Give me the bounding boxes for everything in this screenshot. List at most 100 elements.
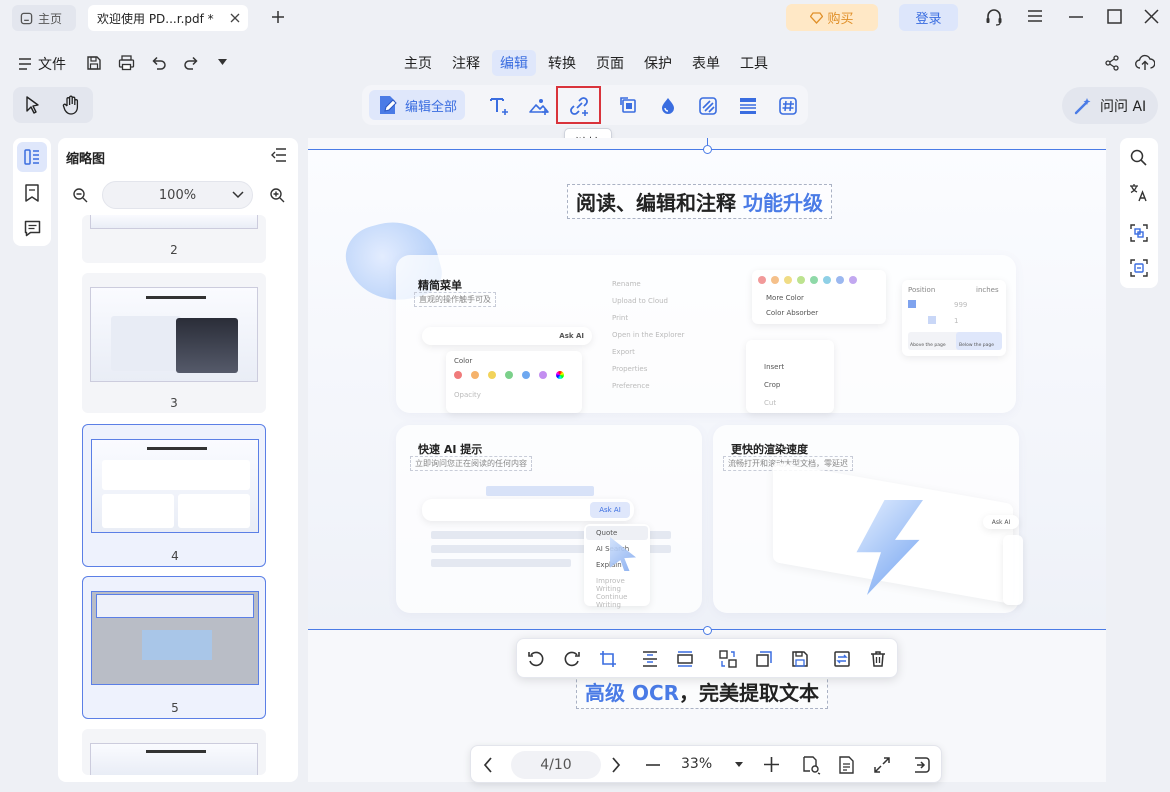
bookmark-icon[interactable] [24, 184, 40, 202]
header-footer-icon[interactable] [735, 93, 761, 119]
thumbnail-page-6[interactable] [82, 729, 266, 775]
headset-icon[interactable] [984, 7, 1004, 27]
watermark-icon[interactable] [655, 93, 681, 119]
zoom-dropdown-icon[interactable] [735, 762, 743, 768]
undo-icon[interactable] [151, 55, 167, 71]
page-number: 4 [171, 549, 179, 563]
thumbnail-page-3[interactable]: 3 [82, 273, 266, 413]
tab-document[interactable]: 欢迎使用 PD...r.pdf * [88, 5, 248, 31]
zoom-level[interactable]: 33% [681, 756, 712, 772]
rotate-left-icon[interactable] [525, 648, 547, 670]
save-icon[interactable] [86, 55, 102, 71]
thumbnail-page-2[interactable]: 2 [82, 215, 266, 263]
add-image-icon[interactable] [526, 93, 552, 119]
cloud-upload-icon[interactable] [1135, 54, 1155, 72]
extract-page-icon[interactable] [674, 648, 696, 670]
menu-edit[interactable]: 编辑 [492, 50, 536, 76]
bates-number-icon[interactable] [775, 93, 801, 119]
thumbnail-image [90, 215, 258, 229]
opacity-label: Opacity [454, 391, 481, 399]
quick-access-dropdown-icon[interactable] [218, 59, 227, 66]
page-layout-icon[interactable] [837, 755, 857, 775]
panel2-title: 快速 AI 提示 [418, 443, 483, 456]
ocr-scan-icon[interactable] [1130, 259, 1148, 277]
insert-page-icon[interactable] [639, 648, 661, 670]
compare-icon[interactable] [1130, 224, 1148, 242]
file-menu-label: 文件 [38, 57, 66, 73]
thumbnail-image [91, 591, 259, 685]
mini-ai-toolbar: Ask AI [422, 499, 634, 521]
file-menu[interactable]: 文件 [18, 54, 66, 74]
select-cursor-icon[interactable] [25, 96, 41, 114]
rotate-right-icon[interactable] [561, 648, 583, 670]
add-text-icon[interactable] [486, 93, 512, 119]
translate-icon[interactable] [1129, 183, 1148, 202]
menu-convert[interactable]: 转换 [542, 50, 582, 76]
zoom-out-icon[interactable] [72, 187, 88, 203]
thumbnail-page-5[interactable]: 5 [82, 576, 266, 719]
page-number-input[interactable]: 4/10 [511, 751, 601, 779]
menu-form[interactable]: 表单 [686, 50, 726, 76]
panel3-title: 更快的渲染速度 [731, 443, 808, 456]
tab-home[interactable]: 主页 [12, 5, 76, 31]
color-label: Color [454, 357, 473, 365]
crop-page-icon[interactable] [616, 93, 642, 119]
collapse-panel-icon[interactable] [271, 148, 287, 162]
title-bar: 主页 欢迎使用 PD...r.pdf * 购买 登录 [0, 0, 1170, 36]
split-page-icon[interactable] [831, 648, 853, 670]
menu-page[interactable]: 页面 [590, 50, 630, 76]
redo-icon[interactable] [183, 55, 199, 71]
page-number: 3 [170, 396, 178, 410]
thumbnail-page-4[interactable]: 4 [82, 424, 266, 567]
ask-ai-button[interactable]: 问问 AI [1062, 87, 1158, 124]
minimize-icon[interactable] [1068, 16, 1084, 18]
view-mode-icon[interactable] [801, 755, 821, 775]
menu-tools[interactable]: 工具 [734, 50, 774, 76]
fit-page-icon[interactable] [873, 756, 891, 774]
comment-icon[interactable] [24, 220, 41, 237]
menu-home[interactable]: 主页 [398, 50, 438, 76]
selected-page-content[interactable]: 阅读、编辑和注释 功能升级 精简菜单 直观的操作触手可及 Ask AI Colo… [308, 149, 1106, 630]
close-window-icon[interactable] [1144, 9, 1159, 24]
next-page-icon[interactable] [611, 757, 621, 773]
zoom-in-button-icon[interactable] [764, 757, 779, 772]
resize-handle-bottom[interactable] [703, 626, 712, 635]
replace-page-icon[interactable] [717, 648, 739, 670]
new-tab-icon[interactable] [270, 9, 286, 25]
color-picker-menu: Color Opacity [446, 351, 582, 413]
maximize-icon[interactable] [1107, 9, 1122, 24]
zoom-in-icon[interactable] [269, 187, 285, 203]
crop-icon[interactable] [597, 648, 619, 670]
thumbnail-image [91, 439, 259, 533]
heading-accent: 功能升级 [742, 191, 823, 215]
panel2-subtitle: 立即询问您正在阅读的任何内容 [410, 456, 532, 471]
zoom-out-button-icon[interactable] [646, 764, 660, 766]
edit-all-button[interactable]: 编辑全部 [369, 90, 465, 120]
resize-handle-top[interactable] [703, 145, 712, 154]
ask-ai-label: 问问 AI [1100, 98, 1147, 115]
background-icon[interactable] [695, 93, 721, 119]
previous-page-icon[interactable] [483, 757, 493, 773]
ai-prompt-menu: Quote AI Search Explain Improve Writing … [584, 524, 650, 609]
menu-protect[interactable]: 保护 [638, 50, 678, 76]
delete-page-icon[interactable] [867, 648, 889, 670]
duplicate-page-icon[interactable] [753, 648, 775, 670]
print-icon[interactable] [118, 55, 135, 71]
hand-tool-icon[interactable] [62, 95, 80, 115]
login-button[interactable]: 登录 [899, 4, 958, 31]
thumbnail-zoom-select[interactable]: 100% [102, 181, 253, 209]
search-icon[interactable] [1130, 149, 1147, 166]
close-tab-icon[interactable] [230, 13, 240, 23]
menu-annotate[interactable]: 注释 [446, 50, 486, 76]
thumbnails-panel-icon[interactable] [17, 142, 47, 172]
buy-button[interactable]: 购买 [786, 4, 878, 31]
document-viewport[interactable]: 阅读、编辑和注释 功能升级 精简菜单 直观的操作触手可及 Ask AI Colo… [308, 138, 1106, 782]
save-page-icon[interactable] [789, 648, 811, 670]
feature-panel-ai: 快速 AI 提示 立即询问您正在阅读的任何内容 Ask AI Quote AI … [396, 425, 702, 613]
share-icon[interactable] [1104, 55, 1120, 71]
panel1-title: 精简菜单 [418, 279, 462, 292]
thumbnail-panel-title: 缩略图 [66, 152, 106, 167]
collapse-nav-icon[interactable] [913, 756, 931, 774]
hamburger-menu-icon[interactable] [1027, 9, 1043, 23]
link-tool-highlight [556, 86, 601, 124]
